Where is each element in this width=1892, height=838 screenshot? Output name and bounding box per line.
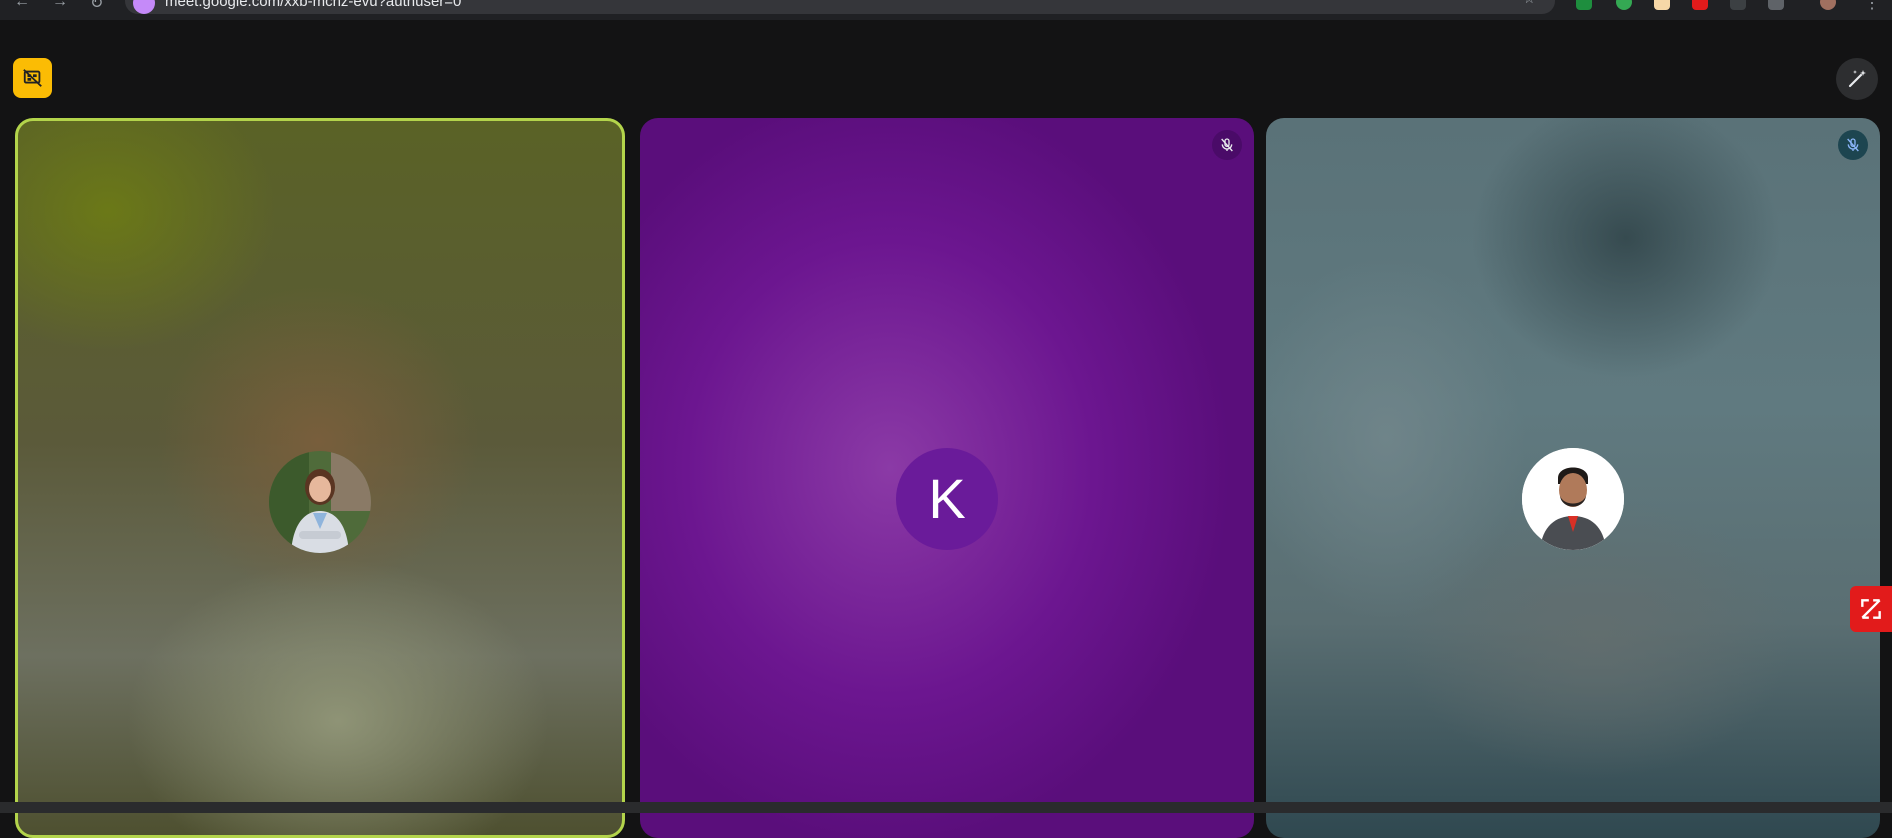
address-bar[interactable]: meet.google.com/xxb-mchz-evu?authuser=0 … — [125, 0, 1555, 14]
magic-pen-icon — [1848, 70, 1866, 88]
muted-indicator — [1212, 130, 1242, 160]
extension-icon[interactable] — [1654, 0, 1670, 10]
participant-tile-2[interactable]: K — [640, 118, 1254, 838]
participant-avatar — [269, 451, 371, 553]
avatar-initial: K — [928, 467, 966, 530]
extension-icon[interactable] — [1616, 0, 1632, 10]
expand-icon — [1861, 599, 1881, 619]
participant-avatar — [1522, 448, 1624, 550]
extension-icon[interactable] — [1576, 0, 1592, 10]
meeting-stage: K — [0, 20, 1892, 838]
visual-effects-button[interactable] — [1836, 58, 1878, 100]
browser-toolbar: ← → ↻ meet.google.com/xxb-mchz-evu?authu… — [0, 0, 1892, 20]
forward-icon[interactable]: → — [52, 0, 68, 11]
woman-profile-photo-icon — [269, 451, 371, 553]
participant-tile-1[interactable] — [15, 118, 625, 838]
menu-kebab-icon[interactable]: ⋮ — [1864, 0, 1880, 13]
mic-off-icon — [1847, 138, 1859, 152]
extensions-puzzle-icon[interactable] — [1768, 0, 1784, 10]
site-info-icon[interactable] — [133, 0, 155, 14]
hide-tiles-button[interactable] — [13, 58, 52, 98]
bookmark-star-icon[interactable]: ☆ — [1523, 0, 1536, 7]
profile-avatar-icon[interactable] — [1820, 0, 1836, 10]
hide-tiles-icon — [22, 69, 42, 87]
expand-side-button[interactable] — [1850, 586, 1892, 632]
extension-icon[interactable] — [1692, 0, 1708, 10]
mic-off-icon — [1221, 138, 1233, 152]
url-text: meet.google.com/xxb-mchz-evu?authuser=0 — [165, 0, 462, 10]
participant-avatar: K — [896, 448, 998, 550]
back-icon[interactable]: ← — [14, 0, 30, 11]
participant-tile-3[interactable] — [1266, 118, 1880, 838]
reload-icon[interactable]: ↻ — [90, 0, 103, 13]
extension-icon[interactable] — [1730, 0, 1746, 10]
bottom-controls-bar — [0, 802, 1892, 813]
muted-indicator — [1838, 130, 1868, 160]
man-profile-photo-icon — [1522, 448, 1624, 550]
